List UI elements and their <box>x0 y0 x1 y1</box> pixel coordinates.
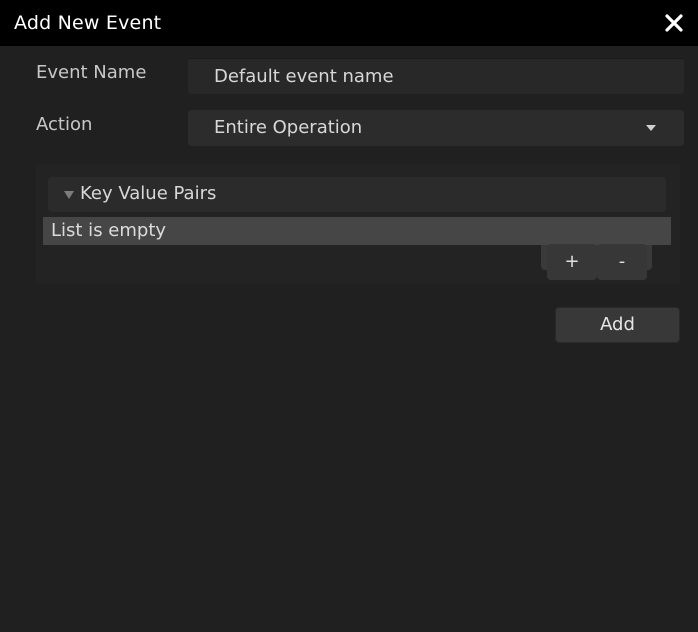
chevron-down-icon <box>646 125 656 131</box>
close-icon[interactable] <box>662 11 686 35</box>
add-new-event-dialog: Add New Event Event Name Default event n… <box>0 0 698 632</box>
list-empty-row: List is empty <box>43 217 671 245</box>
add-item-button[interactable]: + <box>547 244 597 280</box>
event-name-input[interactable]: Default event name <box>188 58 684 94</box>
dialog-title: Add New Event <box>14 12 162 34</box>
title-bar: Add New Event <box>0 0 698 46</box>
key-value-pairs-foldout[interactable]: Key Value Pairs <box>48 177 666 212</box>
key-value-pairs-header: Key Value Pairs <box>80 183 217 204</box>
triangle-down-icon <box>64 191 74 199</box>
action-label: Action <box>36 114 93 135</box>
action-selected-value: Entire Operation <box>214 117 363 138</box>
event-name-label: Event Name <box>36 62 147 83</box>
add-button[interactable]: Add <box>555 307 680 343</box>
remove-item-button[interactable]: - <box>597 244 647 280</box>
action-dropdown[interactable]: Entire Operation <box>188 110 684 146</box>
